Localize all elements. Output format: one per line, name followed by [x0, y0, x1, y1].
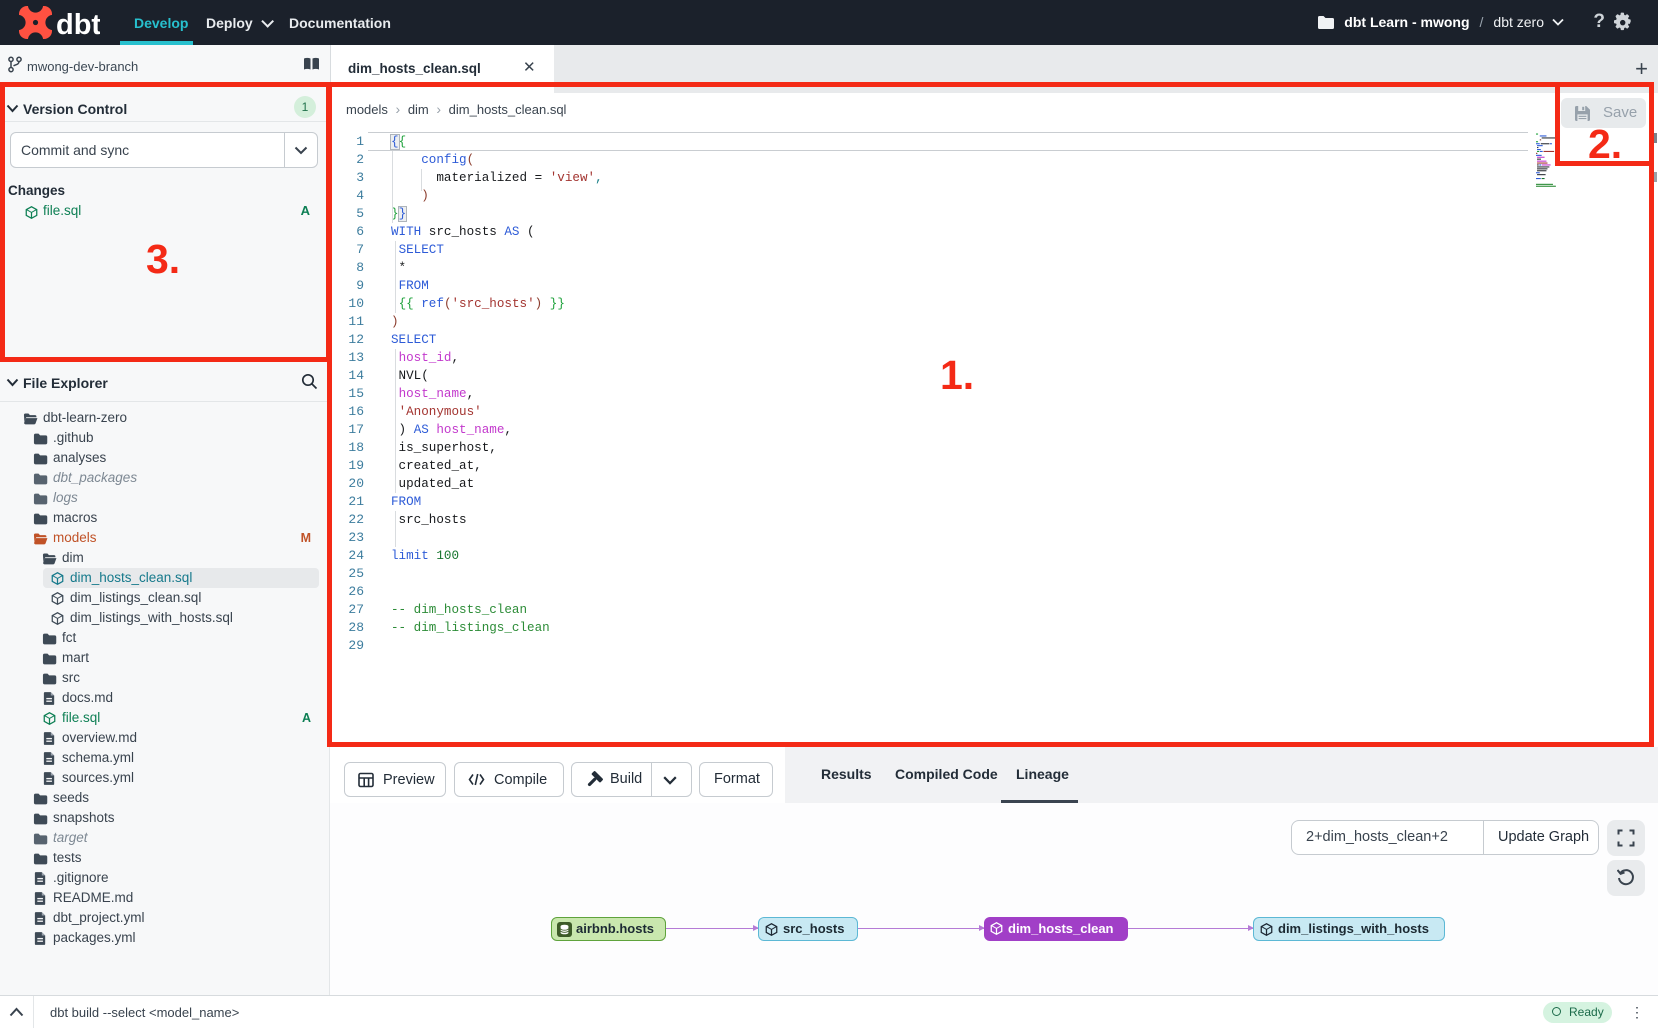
svg-text:dbt: dbt: [56, 9, 100, 41]
